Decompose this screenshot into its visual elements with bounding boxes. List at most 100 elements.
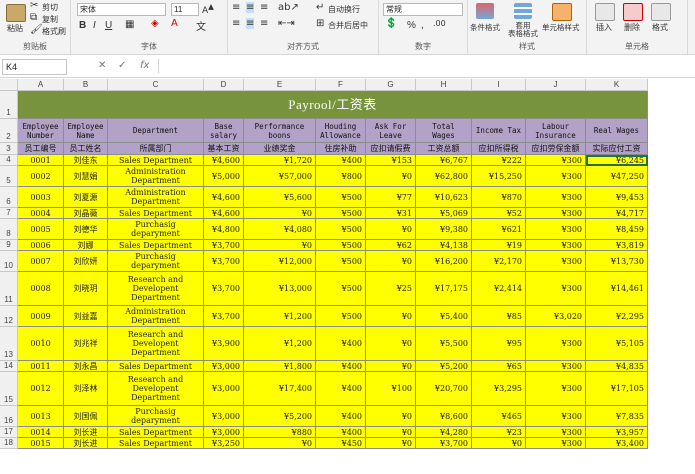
table-cell[interactable]: ¥5,105	[586, 327, 648, 361]
table-cell[interactable]: ¥450	[316, 438, 366, 449]
table-cell[interactable]: Sales Department	[108, 240, 204, 251]
insert-button[interactable]: 插入	[596, 22, 612, 33]
bold-button[interactable]: B	[79, 20, 86, 31]
table-cell[interactable]: Sales Department	[108, 427, 204, 438]
column-header[interactable]: A	[18, 79, 64, 91]
table-cell[interactable]: ¥9,453	[586, 187, 648, 208]
function-icon[interactable]: fx	[140, 60, 149, 71]
table-cell[interactable]: 0011	[18, 361, 64, 372]
table-cell[interactable]: ¥2,170	[472, 251, 526, 272]
table-cell[interactable]: ¥300	[526, 240, 586, 251]
table-cell[interactable]: ¥0	[366, 251, 416, 272]
table-cell[interactable]: ¥0	[366, 219, 416, 240]
align-bottom-icon[interactable]: ≡	[260, 2, 268, 13]
column-header[interactable]: H	[416, 79, 472, 91]
table-cell[interactable]: ¥400	[316, 427, 366, 438]
table-cell[interactable]: 0003	[18, 187, 64, 208]
table-cell[interactable]: ¥10,623	[416, 187, 472, 208]
table-cell[interactable]: Administration Department	[108, 187, 204, 208]
table-cell[interactable]: ¥3,700	[204, 306, 244, 327]
table-cell[interactable]: ¥0	[244, 240, 316, 251]
table-cell[interactable]: ¥880	[244, 427, 316, 438]
table-cell[interactable]: ¥400	[316, 155, 366, 166]
table-cell[interactable]: ¥47,250	[586, 166, 648, 187]
merge-center-button[interactable]: 合并后居中	[328, 20, 368, 31]
table-cell[interactable]: ¥3,900	[204, 327, 244, 361]
table-cell[interactable]: 0010	[18, 327, 64, 361]
row-header[interactable]: 6	[0, 187, 18, 208]
table-cell[interactable]: ¥16,200	[416, 251, 472, 272]
row-header[interactable]: 14	[0, 361, 18, 372]
table-cell[interactable]: ¥500	[316, 187, 366, 208]
table-cell[interactable]: ¥400	[316, 327, 366, 361]
table-cell[interactable]: ¥17,105	[586, 372, 648, 406]
table-cell[interactable]: Administration Department	[108, 306, 204, 327]
table-cell[interactable]: ¥5,200	[416, 361, 472, 372]
table-cell[interactable]: ¥3,700	[204, 251, 244, 272]
table-cell[interactable]: ¥12,000	[244, 251, 316, 272]
table-cell[interactable]: ¥300	[526, 155, 586, 166]
format-painter-icon[interactable]: 🖌	[30, 24, 43, 35]
row-header[interactable]: 8	[0, 219, 18, 240]
table-cell[interactable]: 0012	[18, 372, 64, 406]
table-format-button[interactable]: 套用 表格格式	[508, 22, 538, 38]
table-cell[interactable]: ¥621	[472, 219, 526, 240]
table-cell[interactable]: ¥222	[472, 155, 526, 166]
row-header[interactable]: 3	[0, 143, 18, 155]
column-header[interactable]: E	[244, 79, 316, 91]
table-cell[interactable]: ¥1,200	[244, 306, 316, 327]
table-cell[interactable]: Purchasig deparyment	[108, 251, 204, 272]
row-header[interactable]: 15	[0, 372, 18, 406]
table-cell[interactable]: ¥5,600	[244, 187, 316, 208]
table-cell[interactable]: ¥62	[366, 240, 416, 251]
table-cell[interactable]: ¥95	[472, 327, 526, 361]
table-cell[interactable]: ¥3,020	[526, 306, 586, 327]
table-cell[interactable]: ¥300	[526, 327, 586, 361]
row-header[interactable]: 5	[0, 166, 18, 187]
cell-styles-icon[interactable]	[552, 3, 572, 21]
table-cell[interactable]: ¥17,175	[416, 272, 472, 306]
table-cell[interactable]: 0004	[18, 208, 64, 219]
table-cell[interactable]: ¥0	[244, 208, 316, 219]
sheet-title[interactable]: Payrool/工资表	[18, 91, 648, 119]
delete-button[interactable]: 删除	[624, 22, 640, 33]
align-right-icon[interactable]: ≡	[260, 18, 268, 29]
table-cell[interactable]: ¥65	[472, 361, 526, 372]
currency-icon[interactable]: 💲	[385, 18, 397, 29]
table-cell[interactable]: ¥4,280	[416, 427, 472, 438]
merge-center-icon[interactable]: ⊞	[316, 18, 324, 29]
comma-button[interactable]: ,	[421, 20, 424, 31]
italic-button[interactable]: I	[93, 20, 96, 31]
table-cell[interactable]: ¥300	[526, 372, 586, 406]
table-cell[interactable]: ¥6,245	[586, 155, 648, 166]
font-color-icon[interactable]: A	[171, 18, 178, 29]
number-format-select[interactable]: 常规	[383, 3, 463, 16]
row-header[interactable]: 17	[0, 427, 18, 438]
table-cell[interactable]: ¥0	[366, 166, 416, 187]
table-cell[interactable]: ¥6,767	[416, 155, 472, 166]
font-name-select[interactable]: 宋体	[77, 3, 166, 16]
underline-button[interactable]: U	[105, 20, 112, 31]
indent-icon[interactable]: ⇤⇥	[278, 18, 295, 29]
column-header[interactable]: B	[64, 79, 108, 91]
conditional-format-button[interactable]: 条件格式	[470, 22, 500, 33]
align-top-icon[interactable]: ≡	[232, 2, 240, 13]
table-cell[interactable]: 刘长进	[64, 438, 108, 449]
column-header[interactable]: C	[108, 79, 204, 91]
table-cell[interactable]: ¥3,000	[204, 361, 244, 372]
column-title-cn[interactable]: 工资总额	[416, 143, 472, 155]
table-cell[interactable]: 刘益嘉	[64, 306, 108, 327]
table-cell[interactable]: ¥0	[366, 306, 416, 327]
paste-icon[interactable]	[6, 4, 26, 22]
table-cell[interactable]: ¥0	[366, 361, 416, 372]
align-left-icon[interactable]: ≡	[232, 18, 240, 29]
table-cell[interactable]: ¥300	[526, 208, 586, 219]
column-title-en[interactable]: Houding Allowance	[316, 119, 366, 143]
row-header[interactable]: 18	[0, 438, 18, 449]
table-cell[interactable]: ¥13,000	[244, 272, 316, 306]
column-title-cn[interactable]: 实际应付工资	[586, 143, 648, 155]
table-cell[interactable]: Administration Department	[108, 166, 204, 187]
table-cell[interactable]: ¥5,200	[244, 406, 316, 427]
table-cell[interactable]: 刘欣妍	[64, 251, 108, 272]
table-cell[interactable]: ¥0	[366, 406, 416, 427]
